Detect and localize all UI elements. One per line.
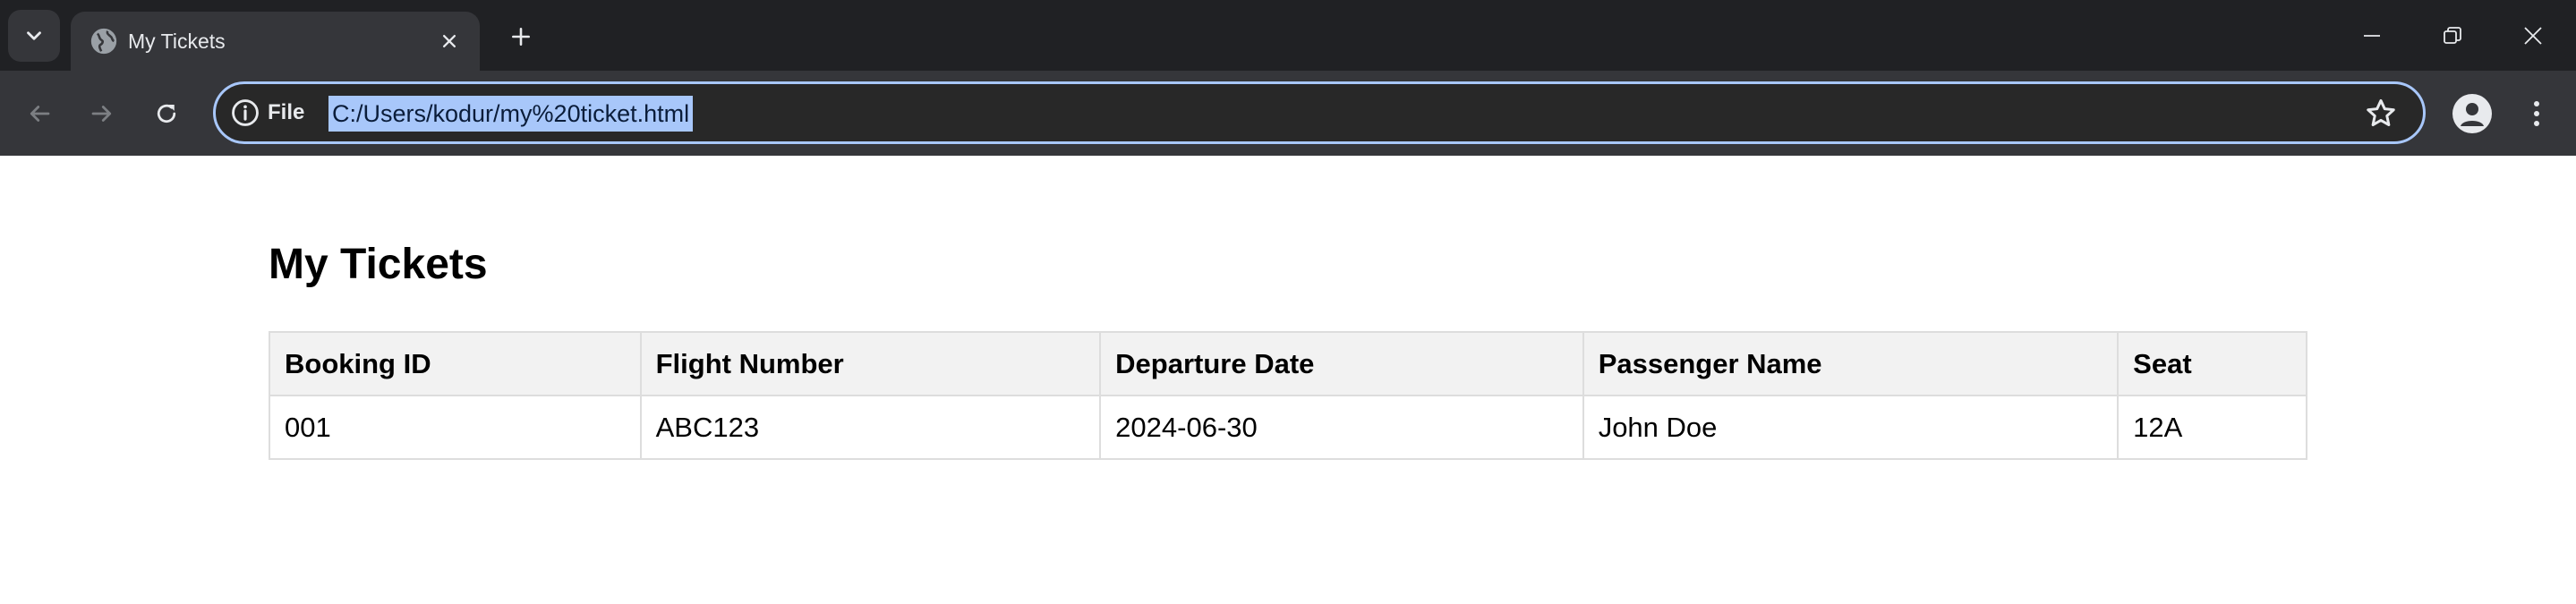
page-content: My Tickets Booking ID Flight Number Depa…	[0, 156, 2576, 604]
cell-passenger-name: John Doe	[1582, 395, 2120, 460]
cell-seat: 12A	[2117, 395, 2307, 460]
tab-strip: My Tickets	[0, 0, 2576, 71]
globe-icon	[90, 28, 117, 55]
column-header-seat: Seat	[2117, 331, 2307, 396]
cell-flight-number: ABC123	[639, 395, 1102, 460]
reload-icon	[157, 104, 176, 123]
table-header-row: Booking ID Flight Number Departure Date …	[269, 331, 2307, 396]
arrow-right-icon	[91, 106, 112, 122]
page-title: My Tickets	[269, 241, 488, 288]
restore-button[interactable]	[2426, 13, 2479, 59]
profile-button[interactable]	[2452, 94, 2492, 133]
browser-tab-active[interactable]: My Tickets	[71, 12, 480, 71]
close-icon	[443, 35, 456, 47]
arrow-left-icon	[30, 106, 50, 122]
minimize-button[interactable]	[2345, 13, 2399, 59]
column-header-booking-id: Booking ID	[269, 331, 642, 396]
star-icon[interactable]	[2364, 97, 2398, 131]
window-close-button[interactable]	[2506, 13, 2560, 59]
cell-departure-date: 2024-06-30	[1099, 395, 1584, 460]
back-button[interactable]	[18, 92, 61, 135]
browser-toolbar: File C:/Users/kodur/my%20ticket.html	[0, 71, 2576, 156]
table-row: 001 ABC123 2024-06-30 John Doe 12A	[269, 395, 2307, 460]
forward-button[interactable]	[81, 92, 124, 135]
plus-icon	[512, 28, 530, 46]
chevron-down-icon	[27, 31, 41, 40]
site-scheme-label[interactable]: File	[268, 84, 304, 141]
tab-search-button[interactable]	[8, 10, 60, 62]
profile-icon	[2461, 103, 2484, 126]
cell-booking-id: 001	[269, 395, 642, 460]
info-icon[interactable]	[230, 98, 260, 128]
close-icon	[2524, 27, 2542, 45]
column-header-departure-date: Departure Date	[1099, 331, 1584, 396]
tickets-table: Booking ID Flight Number Departure Date …	[269, 331, 2307, 460]
reload-button[interactable]	[145, 92, 188, 135]
url-text-selected[interactable]: C:/Users/kodur/my%20ticket.html	[328, 96, 694, 132]
tab-title: My Tickets	[128, 30, 226, 53]
more-vertical-icon	[2534, 101, 2539, 126]
address-bar[interactable]: File C:/Users/kodur/my%20ticket.html	[213, 81, 2426, 144]
new-tab-button[interactable]	[501, 17, 541, 56]
column-header-passenger-name: Passenger Name	[1582, 331, 2120, 396]
tab-close-button[interactable]	[433, 25, 465, 57]
restore-icon	[2444, 27, 2461, 44]
browser-menu-button[interactable]	[2519, 92, 2555, 135]
column-header-flight-number: Flight Number	[639, 331, 1102, 396]
minimize-icon	[2364, 35, 2380, 37]
